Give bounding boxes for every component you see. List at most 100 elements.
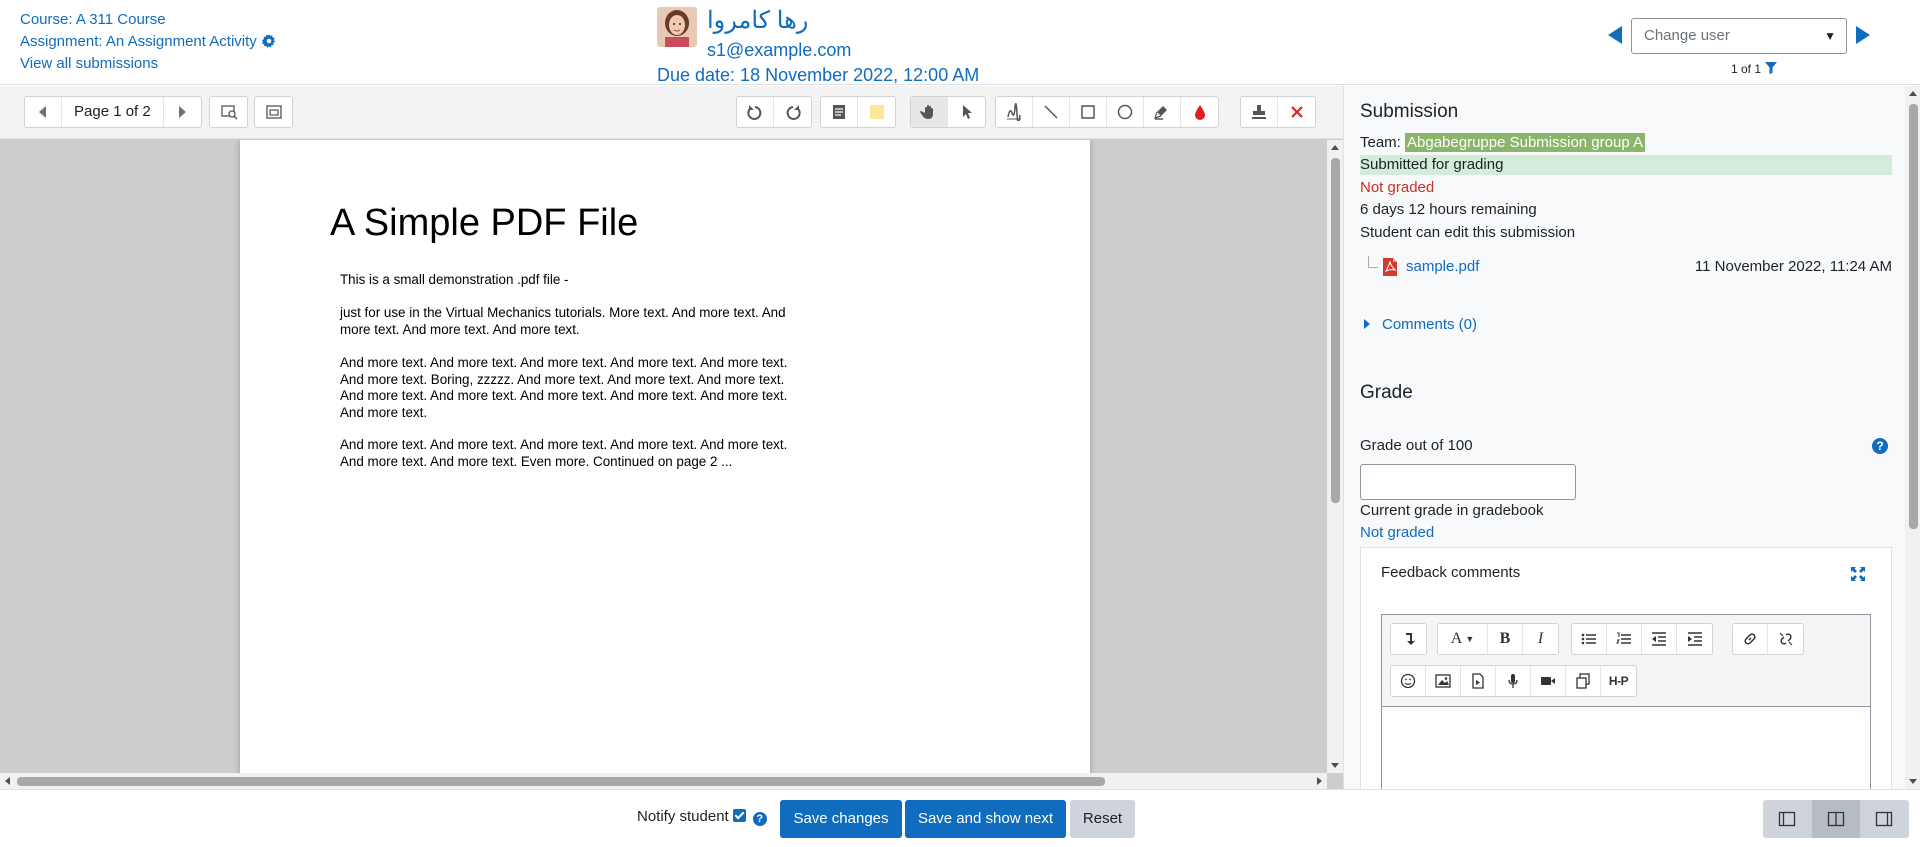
save-changes-button[interactable]: Save changes (780, 800, 902, 838)
image-icon[interactable] (1426, 666, 1461, 696)
edit-note: Student can edit this submission (1360, 224, 1576, 241)
file-link[interactable]: sample.pdf (1406, 258, 1479, 275)
select-icon[interactable] (948, 97, 985, 127)
chevron-down-icon: ▼ (1824, 29, 1836, 43)
pen-icon[interactable] (996, 97, 1033, 127)
bold-icon[interactable]: B (1488, 624, 1523, 654)
link-icon[interactable] (1733, 624, 1768, 654)
reset-button[interactable]: Reset (1070, 800, 1135, 838)
help-icon[interactable]: ? (752, 812, 767, 826)
rotate-group (736, 96, 812, 128)
course-link[interactable]: Course: A 311 Course (20, 11, 166, 28)
italic-label: I (1537, 630, 1544, 647)
h5p-icon[interactable]: H-P (1601, 666, 1636, 696)
user-navigation: Change user ▼ 1 of 1 (1604, 16, 1904, 78)
default-layout-icon[interactable] (1811, 800, 1861, 838)
stamp-delete-group (1240, 96, 1316, 128)
comments-toggle[interactable]: Comments (0) (1364, 316, 1477, 333)
scrollbar-thumb[interactable] (1331, 158, 1340, 503)
numbered-list-icon[interactable] (1607, 624, 1642, 654)
stamp-icon[interactable] (1241, 97, 1278, 127)
line-icon[interactable] (1033, 97, 1070, 127)
record-audio-icon[interactable] (1496, 666, 1531, 696)
grade-label: Grade out of 100 (1360, 437, 1473, 454)
annotation-colour-icon[interactable] (1181, 97, 1218, 127)
collapse-group (1390, 623, 1427, 655)
horizontal-scrollbar[interactable] (0, 773, 1327, 789)
grade-input[interactable] (1360, 464, 1576, 500)
scroll-left-icon[interactable] (5, 777, 10, 785)
fullscreen-icon[interactable] (1850, 566, 1866, 582)
save-and-show-next-button[interactable]: Save and show next (905, 800, 1066, 838)
pan-select-group (910, 96, 986, 128)
collapse-icon[interactable] (1391, 624, 1426, 654)
scrollbar-thumb[interactable] (1909, 104, 1918, 529)
search-comments-icon[interactable] (210, 97, 247, 127)
unlink-icon[interactable] (1768, 624, 1803, 654)
prev-page-icon[interactable] (25, 97, 62, 127)
font-icon[interactable]: A ▼ (1438, 624, 1488, 654)
time-remaining: 6 days 12 hours remaining (1360, 201, 1537, 218)
oval-icon[interactable] (1107, 97, 1144, 127)
help-icon[interactable]: ? (1872, 438, 1888, 454)
comment-colour-icon[interactable] (858, 97, 895, 127)
comment-icon[interactable] (821, 97, 858, 127)
user-email-link[interactable]: s1@example.com (707, 39, 851, 61)
feedback-comments: Feedback comments A ▼ B I H-P (1360, 547, 1892, 789)
expand-comments-icon[interactable] (255, 97, 292, 127)
next-user-icon[interactable] (1856, 26, 1870, 44)
record-video-icon[interactable] (1531, 666, 1566, 696)
delete-icon[interactable] (1278, 97, 1315, 127)
italic-icon[interactable]: I (1523, 624, 1558, 654)
highlight-icon[interactable] (1144, 97, 1181, 127)
comment-group (820, 96, 896, 128)
gradebook-value-link[interactable]: Not graded (1360, 523, 1434, 543)
collapse-review-panel-icon[interactable] (1860, 800, 1909, 838)
scroll-down-icon[interactable] (1909, 779, 1917, 784)
team-line: Team: Abgabegruppe Submission group A (1360, 133, 1646, 153)
scroll-down-icon[interactable] (1331, 763, 1339, 768)
submission-heading: Submission (1360, 101, 1459, 122)
comments-link[interactable]: Comments (0) (1382, 316, 1477, 333)
media-icon[interactable] (1461, 666, 1496, 696)
scroll-up-icon[interactable] (1331, 145, 1339, 150)
rotate-right-icon[interactable] (774, 97, 811, 127)
indent-icon[interactable] (1677, 624, 1712, 654)
outdent-icon[interactable] (1642, 624, 1677, 654)
pan-icon[interactable] (911, 97, 948, 127)
gear-icon[interactable] (261, 33, 276, 48)
rotate-left-icon[interactable] (737, 97, 774, 127)
rich-text-editor: A ▼ B I H-P (1381, 614, 1871, 789)
next-page-icon[interactable] (164, 97, 201, 127)
notify-checkbox[interactable] (732, 809, 746, 822)
view-all-submissions-link[interactable]: View all submissions (20, 55, 158, 72)
bullet-list-icon[interactable] (1572, 624, 1607, 654)
pdf-viewport[interactable]: A Simple PDF File This is a small demons… (0, 140, 1327, 773)
editor-toolbar: Page 1 of 2 (0, 86, 1343, 139)
avatar[interactable] (657, 7, 697, 47)
previous-user-icon[interactable] (1608, 26, 1622, 44)
drawing-tools-group (995, 96, 1219, 128)
grade-heading: Grade (1360, 382, 1413, 403)
pdf-title: A Simple PDF File (330, 202, 639, 244)
collapse-grade-panel-icon[interactable] (1763, 800, 1812, 838)
panel-scrollbar[interactable] (1905, 86, 1920, 789)
rectangle-icon[interactable] (1070, 97, 1107, 127)
grader-footer: Notify student? Save changes Save and sh… (0, 789, 1920, 847)
pdf-paragraph: This is a small demonstration .pdf file … (340, 272, 569, 287)
user-name-link[interactable]: رها کامروا (707, 7, 808, 35)
change-user-select[interactable]: Change user ▼ (1631, 18, 1847, 54)
assignment-link[interactable]: Assignment: An Assignment Activity (20, 33, 257, 50)
page-select[interactable]: Page 1 of 2 (62, 97, 164, 127)
gradebook-label: Current grade in gradebook (1360, 502, 1544, 519)
scroll-up-icon[interactable] (1909, 91, 1917, 96)
link-group (1732, 623, 1804, 655)
scrollbar-thumb[interactable] (17, 777, 1105, 786)
scroll-right-icon[interactable] (1317, 777, 1322, 785)
vertical-scrollbar[interactable] (1327, 140, 1343, 773)
filter-icon[interactable] (1765, 62, 1778, 74)
manage-files-icon[interactable] (1566, 666, 1601, 696)
feedback-label: Feedback comments (1381, 564, 1521, 581)
pdf-page[interactable]: A Simple PDF File This is a small demons… (240, 140, 1090, 773)
emoji-icon[interactable] (1391, 666, 1426, 696)
